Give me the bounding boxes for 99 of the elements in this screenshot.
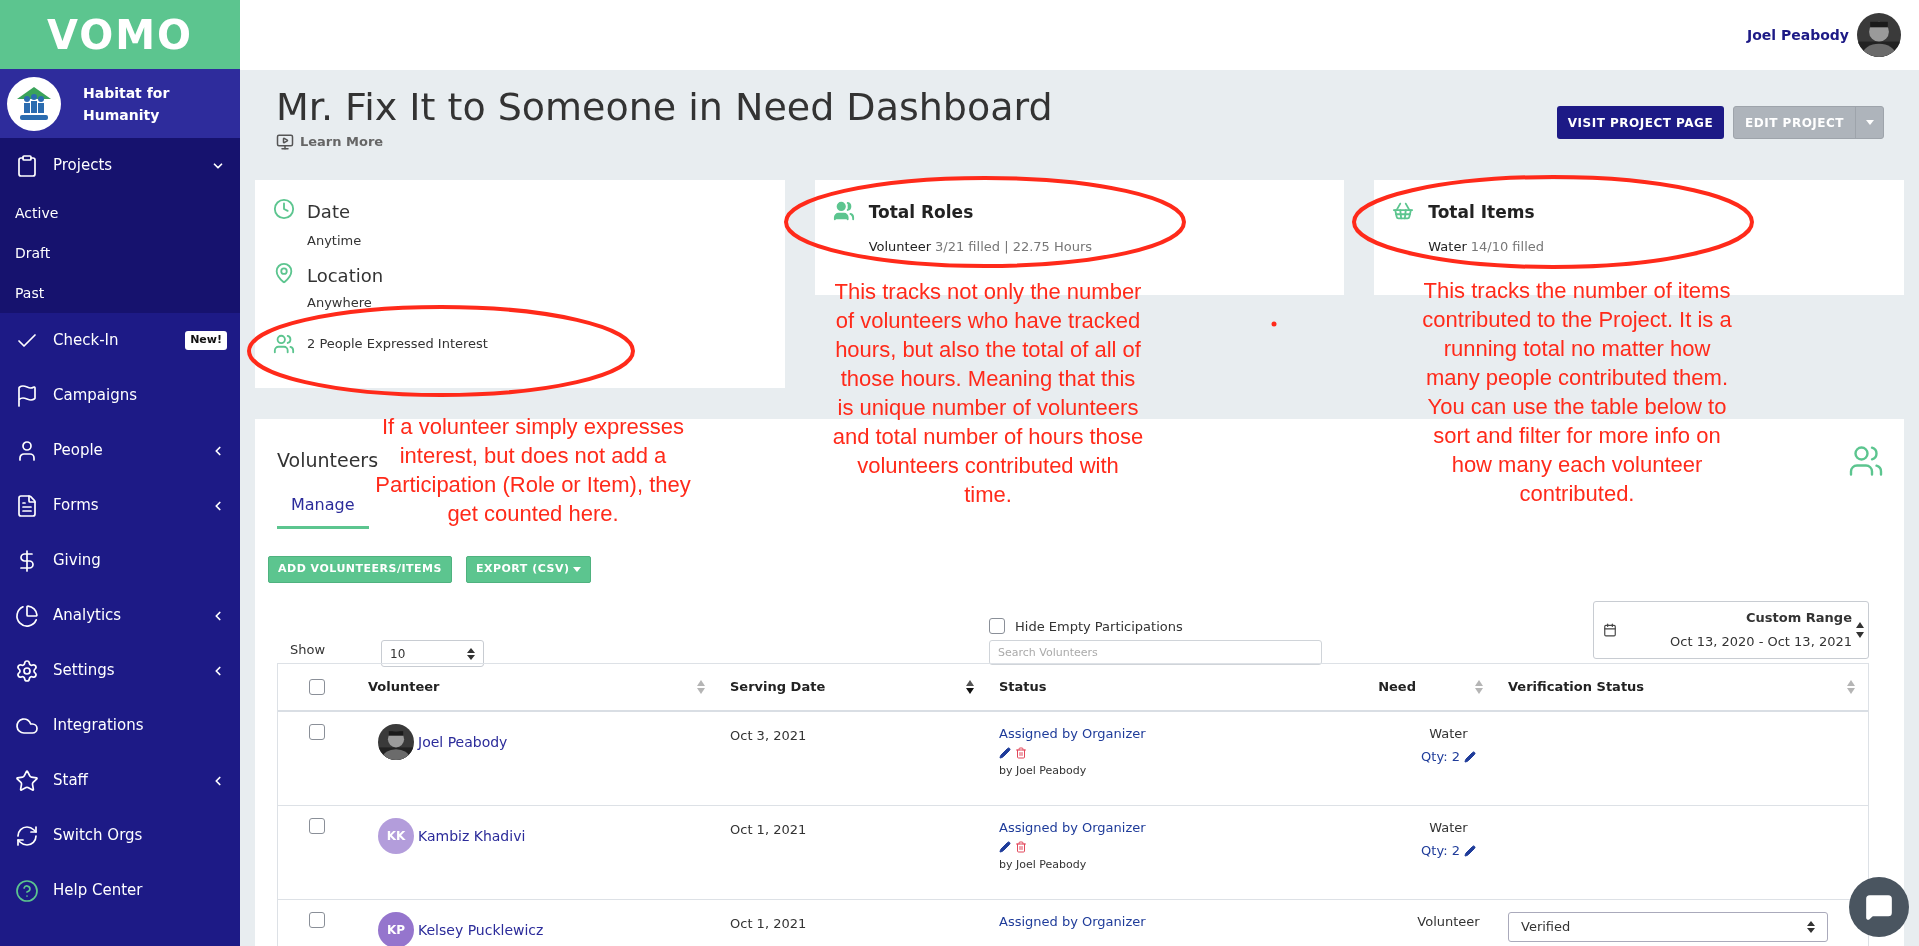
checkbox[interactable] (309, 911, 325, 928)
range-value: Oct 13, 2020 - Oct 13, 2021 (1670, 633, 1852, 651)
location-pin-icon (273, 262, 295, 284)
annotation-text: This tracks not only the number of volunteers who have tracked hours, but also the total of all of those hours. Meaning that this is unique number of volunteers and total number of hours those volunteers contributed with time. (832, 278, 1144, 509)
column-header[interactable]: Need (1378, 676, 1416, 697)
column-header[interactable]: Status (999, 676, 1047, 697)
date-range-picker[interactable]: Custom Range Oct 13, 2020 - Oct 13, 2021 (1593, 600, 1869, 659)
checkbox[interactable] (309, 723, 325, 740)
quantity-link[interactable]: Qty: 2 (1421, 841, 1476, 861)
section-title: Volunteers (277, 448, 379, 474)
status-link[interactable]: Assigned by Organizer (999, 911, 1289, 931)
need-name: Water (1429, 818, 1468, 837)
avatar: KK (378, 817, 414, 854)
sidebar-item[interactable]: Help Center (0, 863, 240, 918)
sidebar-subitem[interactable]: Active (0, 193, 240, 233)
document-icon (15, 493, 39, 518)
show-label: Show (290, 640, 326, 659)
sidebar-subitem[interactable]: Draft (0, 233, 240, 273)
annotation-dot (1271, 321, 1277, 327)
assigned-by: by Joel Peabody (999, 763, 1088, 779)
volunteer-link[interactable]: Kelsey Pucklewicz (418, 919, 544, 941)
serving-date: Oct 1, 2021 (729, 820, 808, 839)
up-down-icon (1807, 920, 1815, 933)
pencil-icon[interactable] (999, 747, 1011, 759)
sidebar-item[interactable]: Giving (0, 533, 240, 588)
quantity-link[interactable]: Qty: 2 (1421, 747, 1476, 767)
serving-date: Oct 1, 2021 (729, 914, 808, 933)
checkbox[interactable] (309, 817, 325, 834)
pencil-icon (1463, 844, 1476, 857)
date-value: Anytime (307, 231, 362, 250)
flag-icon (15, 383, 39, 408)
sidebar-item[interactable]: Projects (0, 138, 240, 193)
trash-icon[interactable] (1015, 747, 1027, 759)
volunteer-link[interactable]: Joel Peabody (418, 731, 508, 753)
date-label: Date (307, 199, 352, 224)
pie-chart-icon (15, 603, 39, 628)
serving-date: Oct 3, 2021 (729, 726, 808, 745)
column-header[interactable]: Serving Date (730, 676, 826, 697)
clipboard-icon (15, 153, 39, 178)
new-badge: New! (185, 331, 227, 350)
checkbox[interactable] (989, 618, 1005, 635)
help-icon (15, 878, 39, 903)
checkbox[interactable] (309, 678, 325, 695)
tab[interactable]: Manage (277, 484, 369, 529)
sidebar-item[interactable]: People (0, 423, 240, 478)
avatar: KP (378, 911, 414, 946)
sidebar-item[interactable]: Check-In New! (0, 313, 240, 368)
pencil-icon[interactable] (999, 841, 1011, 853)
user-name[interactable]: Joel Peabody (1747, 24, 1849, 46)
group-icon (832, 199, 855, 222)
sidebar-item[interactable]: Integrations (0, 698, 240, 753)
verification-select[interactable]: Verified (1508, 911, 1828, 942)
interest-count[interactable]: 2 People Expressed Interest (307, 333, 488, 354)
calendar-icon (1603, 622, 1617, 637)
sidebar-item[interactable]: Settings (0, 643, 240, 698)
settings-icon (15, 658, 39, 683)
sidebar-item[interactable]: Analytics (0, 588, 240, 643)
location-label: Location (307, 264, 384, 288)
video-icon (276, 132, 294, 151)
need-detail: 14/10 filled (1470, 238, 1545, 256)
need-detail: 3/21 filled | 22.75 Hours (935, 238, 1093, 256)
sidebar-item[interactable]: Campaigns (0, 368, 240, 423)
sidebar-item[interactable]: Staff (0, 753, 240, 808)
status-link[interactable]: Assigned by Organizer (999, 817, 1289, 837)
column-header[interactable]: Verification Status (1508, 676, 1645, 697)
refresh-icon (15, 823, 39, 848)
star-icon (15, 768, 39, 793)
checkbox-label: Hide Empty Participations (1015, 617, 1183, 636)
annotation-text: This tracks the number of items contributed to the Project. It is a running total no matter how many people contributed them. You can use the table below to sort and filter for more info on how many each volunteer contributed. (1421, 277, 1733, 508)
up-down-icon (467, 647, 476, 660)
volunteer-link[interactable]: Kambiz Khadivi (418, 825, 526, 847)
location-value: Anywhere (307, 294, 373, 312)
sidebar-subitem[interactable]: Past (0, 273, 240, 313)
up-down-icon (1856, 621, 1864, 638)
sidebar-item[interactable]: Forms (0, 478, 240, 533)
sidebar-item[interactable]: Switch Orgs (0, 808, 240, 863)
clock-icon (273, 197, 295, 220)
sort-icon[interactable] (965, 678, 975, 695)
card-title: Total Roles (868, 200, 975, 224)
page-title: Mr. Fix It to Someone in Need Dashboard (276, 84, 1053, 131)
range-label: Custom Range (1746, 608, 1852, 627)
org-name[interactable]: Habitat for Humanity (83, 81, 183, 126)
status-link[interactable]: Assigned by Organizer (999, 723, 1289, 743)
header-button[interactable]: VISIT PROJECT PAGE (1556, 106, 1725, 139)
people-icon (273, 332, 295, 355)
column-header[interactable]: Volunteer (368, 676, 440, 697)
page-size-select[interactable]: 10 (381, 640, 485, 667)
chat-icon (1865, 893, 1893, 921)
need-name: Volunteer (1417, 912, 1480, 931)
org-logo-icon[interactable] (7, 76, 61, 131)
card-title: Total Items (1428, 200, 1536, 224)
search-field[interactable]: Search Volunteers (989, 640, 1322, 665)
need-name: Water (1428, 238, 1467, 256)
need-name: Water (1429, 724, 1468, 743)
trash-icon[interactable] (1015, 841, 1027, 853)
need-name: Volunteer (868, 238, 932, 256)
assigned-by: by Joel Peabody (999, 857, 1088, 873)
learn-more-link[interactable]: Learn More (276, 132, 1053, 152)
pencil-icon (1463, 750, 1476, 763)
